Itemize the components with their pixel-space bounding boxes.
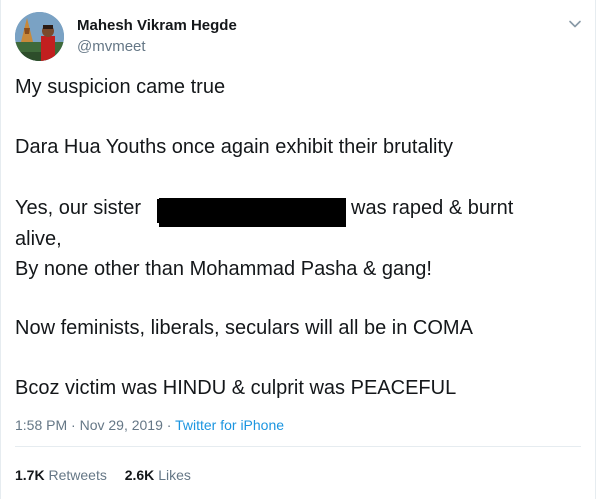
meta-separator: ·: [166, 417, 172, 433]
retweets-count: 1.7K: [15, 467, 45, 483]
author-handle[interactable]: @mvmeet: [77, 38, 146, 55]
tweet-meta: 1:58 PM · Nov 29, 2019 · Twitter for iPh…: [15, 417, 284, 433]
meta-separator: ·: [71, 417, 76, 433]
likes-label: Likes: [158, 467, 191, 483]
tweet-date[interactable]: Nov 29, 2019: [80, 417, 163, 433]
tweet-text-line-2: Dara Hua Youths once again exhibit their…: [15, 136, 454, 158]
tweet-text-line-1: My suspicion came true: [15, 76, 226, 98]
tweet-text-line-5: By none other than Mohammad Pasha & gang…: [15, 258, 432, 280]
avatar[interactable]: [15, 12, 64, 61]
author-display-name[interactable]: Mahesh Vikram Hegde: [77, 17, 237, 34]
tweet-stats: 1.7K Retweets 2.6K Likes: [15, 467, 191, 483]
tweet-text-line-3-end: was raped & burnt: [351, 197, 514, 219]
tweet-time[interactable]: 1:58 PM: [15, 417, 67, 433]
redaction-box: [159, 198, 346, 227]
likes-stat[interactable]: 2.6K Likes: [125, 467, 191, 483]
tweet-text-line-4: alive,: [15, 228, 62, 250]
tweet-card: Mahesh Vikram Hegde @mvmeet My suspicion…: [0, 0, 596, 499]
retweets-label: Retweets: [48, 467, 107, 483]
retweets-stat[interactable]: 1.7K Retweets: [15, 467, 107, 483]
chevron-down-icon[interactable]: [567, 16, 583, 32]
tweet-text-line-7: Bcoz victim was HINDU & culprit was PEAC…: [15, 377, 457, 399]
tweet-text-line-6: Now feminists, liberals, seculars will a…: [15, 317, 473, 339]
divider: [15, 446, 581, 447]
likes-count: 2.6K: [124, 467, 155, 483]
tweet-source-link[interactable]: Twitter for iPhone: [175, 417, 284, 433]
tweet-text-line-3-start: Yes, our sister: [15, 197, 141, 219]
avatar-image: [15, 12, 64, 61]
